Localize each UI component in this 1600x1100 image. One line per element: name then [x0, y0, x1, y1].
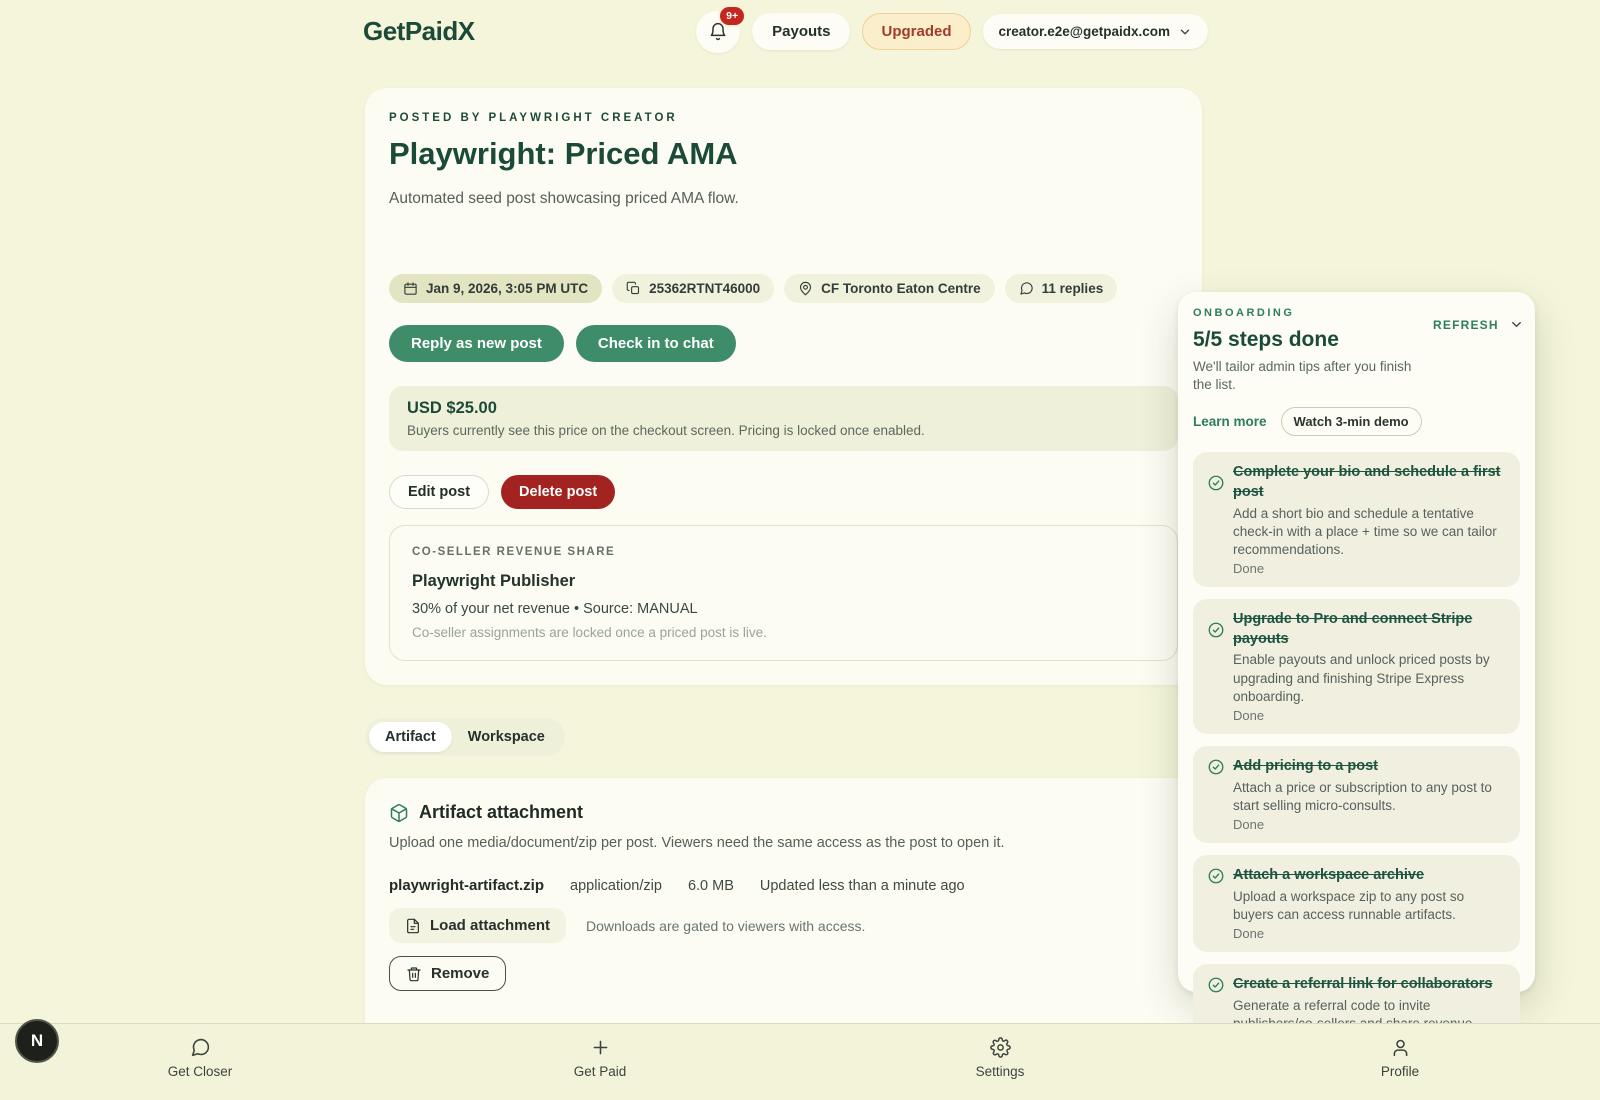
- post-title: Playwright: Priced AMA: [389, 136, 1178, 172]
- datetime-chip: Jan 9, 2026, 3:05 PM UTC: [389, 274, 602, 303]
- watch-demo-button[interactable]: Watch 3-min demo: [1281, 407, 1422, 436]
- package-icon: [389, 803, 409, 823]
- delete-post-button[interactable]: Delete post: [501, 475, 615, 509]
- edit-post-button[interactable]: Edit post: [389, 475, 489, 509]
- bottom-navigation: Get Closer Get Paid Settings Profile: [0, 1023, 1600, 1100]
- gear-icon: [990, 1037, 1011, 1058]
- location-pin-icon: [798, 281, 813, 296]
- attachment-file-row: playwright-artifact.zip application/zip …: [389, 877, 1178, 894]
- onboarding-step-pricing[interactable]: Add pricing to a post Attach a price or …: [1193, 746, 1520, 843]
- onboarding-steps-count: 5/5 steps done: [1193, 328, 1433, 352]
- load-attachment-button[interactable]: Load attachment: [389, 908, 566, 943]
- artifact-section-title: Artifact attachment: [419, 802, 583, 823]
- onboarding-step-bio[interactable]: Complete your bio and schedule a first p…: [1193, 452, 1520, 587]
- onboarding-eyebrow: ONBOARDING: [1193, 307, 1433, 319]
- onboarding-step-workspace[interactable]: Attach a workspace archive Upload a work…: [1193, 855, 1520, 952]
- notifications-button[interactable]: 9+: [696, 11, 740, 53]
- check-in-to-chat-button[interactable]: Check in to chat: [576, 325, 736, 362]
- chat-bubble-icon: [190, 1037, 211, 1058]
- price-box: USD $25.00 Buyers currently see this pri…: [389, 386, 1178, 451]
- app-header: GetPaidX 9+ Payouts Upgraded creator.e2e…: [0, 0, 1600, 63]
- check-circle-icon: [1207, 474, 1233, 492]
- copy-icon: [626, 281, 641, 296]
- attachment-file-name: playwright-artifact.zip: [389, 877, 544, 894]
- notification-count-badge: 9+: [718, 5, 746, 27]
- payouts-button[interactable]: Payouts: [752, 13, 850, 50]
- nav-profile[interactable]: Profile: [1200, 1024, 1600, 1100]
- price-amount: USD $25.00: [407, 399, 1160, 418]
- trash-icon: [406, 966, 422, 982]
- post-card: POSTED BY PLAYWRIGHT CREATOR Playwright:…: [365, 88, 1202, 685]
- chevron-down-icon: [1178, 25, 1192, 39]
- nav-get-closer[interactable]: Get Closer: [0, 1024, 400, 1100]
- download-gated-note: Downloads are gated to viewers with acce…: [586, 918, 865, 934]
- tab-artifact[interactable]: Artifact: [369, 722, 452, 752]
- post-description: Automated seed post showcasing priced AM…: [389, 190, 1178, 208]
- upgraded-badge: Upgraded: [862, 13, 970, 50]
- chat-bubble-icon: [1019, 281, 1034, 296]
- step-status: Done: [1233, 561, 1506, 576]
- location-chip: CF Toronto Eaton Centre: [784, 274, 995, 303]
- replies-chip: 11 replies: [1005, 274, 1118, 303]
- co-seller-name: Playwright Publisher: [412, 572, 1155, 591]
- attachment-tabs: Artifact Workspace: [365, 718, 565, 756]
- step-status: Done: [1233, 817, 1506, 832]
- remove-attachment-button[interactable]: Remove: [389, 956, 506, 991]
- plus-icon: [590, 1037, 611, 1058]
- posted-by-eyebrow: POSTED BY PLAYWRIGHT CREATOR: [389, 112, 1178, 124]
- learn-more-link[interactable]: Learn more: [1193, 414, 1267, 429]
- account-email: creator.e2e@getpaidx.com: [999, 24, 1171, 39]
- attachment-file-mime: application/zip: [570, 878, 662, 894]
- account-menu-button[interactable]: creator.e2e@getpaidx.com: [983, 14, 1209, 49]
- attachment-file-updated: Updated less than a minute ago: [760, 878, 965, 894]
- post-meta-chips: Jan 9, 2026, 3:05 PM UTC 25362RTNT46000 …: [389, 274, 1178, 303]
- dev-tools-badge[interactable]: N: [15, 1019, 59, 1063]
- brand-logo: GetPaidX: [363, 16, 475, 47]
- document-icon: [405, 918, 421, 934]
- check-circle-icon: [1207, 867, 1233, 885]
- artifact-section-description: Upload one media/document/zip per post. …: [389, 835, 1178, 851]
- artifact-attachment-card: Artifact attachment Upload one media/doc…: [365, 778, 1202, 1024]
- reply-as-new-post-button[interactable]: Reply as new post: [389, 325, 564, 362]
- calendar-icon: [403, 281, 418, 296]
- post-id-chip[interactable]: 25362RTNT46000: [612, 274, 774, 303]
- chevron-down-icon[interactable]: [1509, 317, 1524, 332]
- onboarding-refresh-button[interactable]: REFRESH: [1433, 317, 1524, 332]
- step-status: Done: [1233, 926, 1506, 941]
- onboarding-subtitle: We'll tailor admin tips after you finish…: [1193, 358, 1433, 394]
- nav-get-paid[interactable]: Get Paid: [400, 1024, 800, 1100]
- check-circle-icon: [1207, 621, 1233, 639]
- onboarding-step-list: Complete your bio and schedule a first p…: [1193, 452, 1520, 1061]
- co-seller-card: CO-SELLER REVENUE SHARE Playwright Publi…: [389, 525, 1178, 661]
- co-seller-note: Co-seller assignments are locked once a …: [412, 625, 1155, 640]
- step-status: Done: [1233, 708, 1506, 723]
- price-note: Buyers currently see this price on the c…: [407, 423, 1160, 438]
- onboarding-step-upgrade[interactable]: Upgrade to Pro and connect Stripe payout…: [1193, 599, 1520, 734]
- person-icon: [1390, 1037, 1411, 1058]
- attachment-file-size: 6.0 MB: [688, 878, 734, 894]
- co-seller-terms: 30% of your net revenue • Source: MANUAL: [412, 601, 1155, 617]
- tab-workspace[interactable]: Workspace: [452, 722, 561, 752]
- onboarding-panel: ONBOARDING 5/5 steps done We'll tailor a…: [1178, 292, 1535, 992]
- check-circle-icon: [1207, 976, 1233, 994]
- co-seller-label: CO-SELLER REVENUE SHARE: [412, 546, 1155, 558]
- check-circle-icon: [1207, 758, 1233, 776]
- author-name: PLAYWRIGHT CREATOR: [488, 112, 677, 124]
- nav-settings[interactable]: Settings: [800, 1024, 1200, 1100]
